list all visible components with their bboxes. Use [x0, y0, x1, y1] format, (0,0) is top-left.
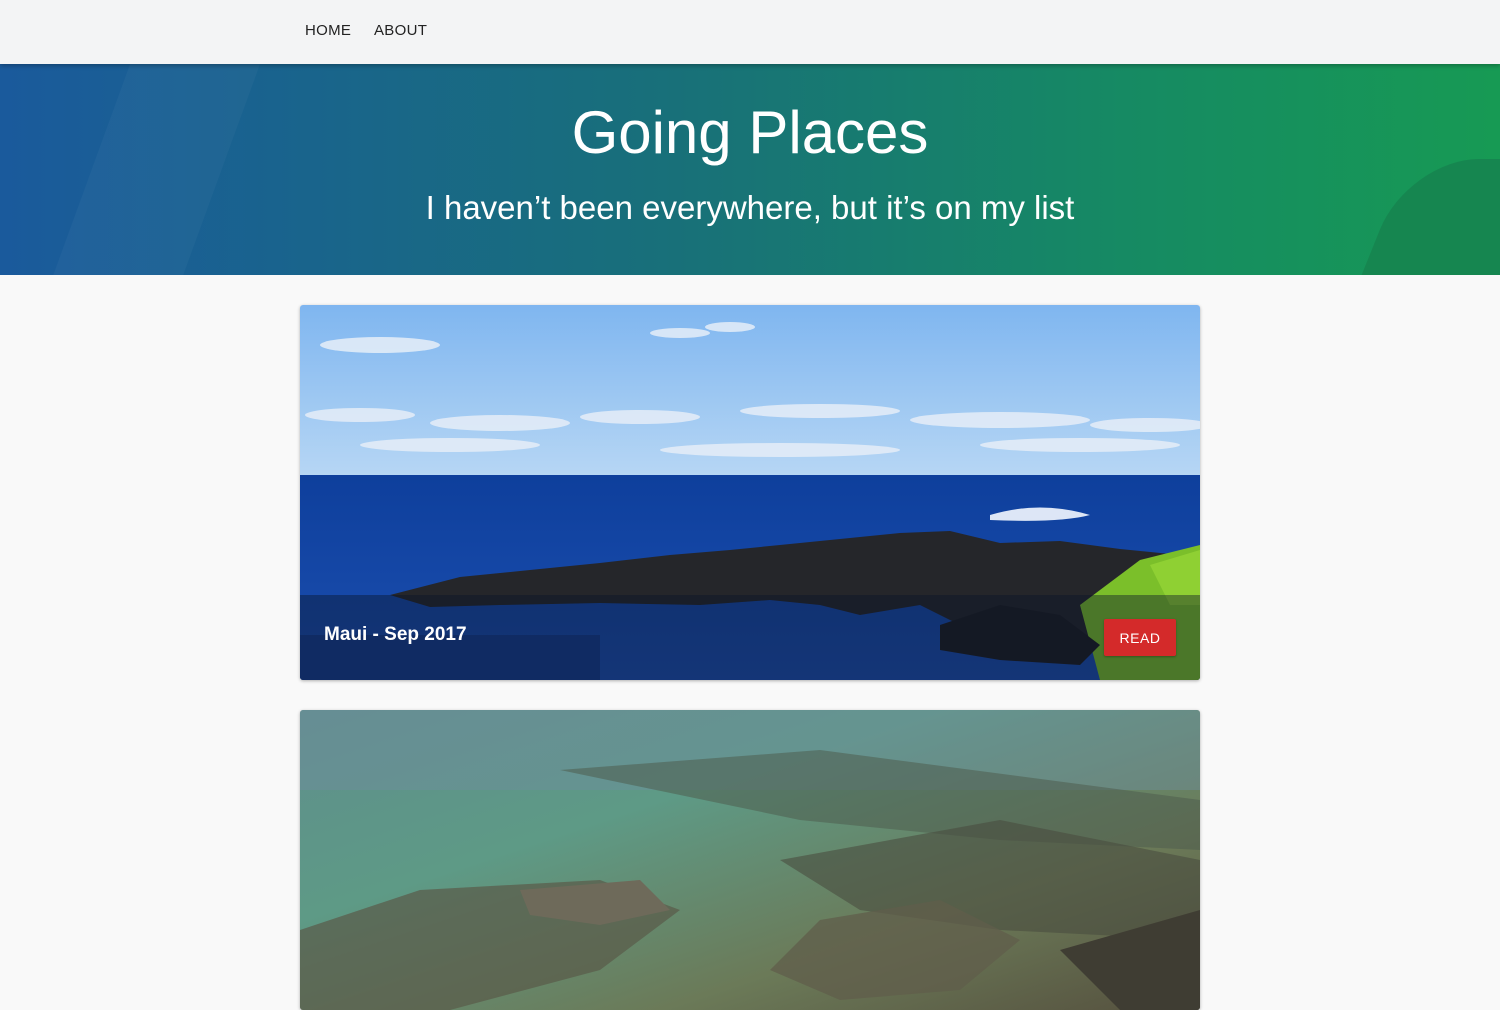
- read-button[interactable]: READ: [1104, 619, 1176, 656]
- post-card-maui[interactable]: Maui - Sep 2017 READ: [300, 305, 1200, 680]
- shallow-water-photo: [300, 710, 1200, 1010]
- nav-about-link[interactable]: ABOUT: [374, 22, 427, 39]
- site-tagline: I haven’t been everywhere, but it’s on m…: [425, 189, 1075, 226]
- hero-decoration-streak: [43, 64, 268, 275]
- post-title: Maui - Sep 2017: [324, 624, 467, 645]
- top-navbar: HOME ABOUT: [0, 0, 1500, 64]
- post-caption-bar: Maui - Sep 2017 READ: [300, 595, 1200, 680]
- hero-banner: Going Places I haven’t been everywhere, …: [0, 64, 1500, 275]
- site-title: Going Places: [571, 99, 929, 166]
- nav-home-link[interactable]: HOME: [305, 22, 351, 39]
- post-card-2[interactable]: [300, 710, 1200, 1010]
